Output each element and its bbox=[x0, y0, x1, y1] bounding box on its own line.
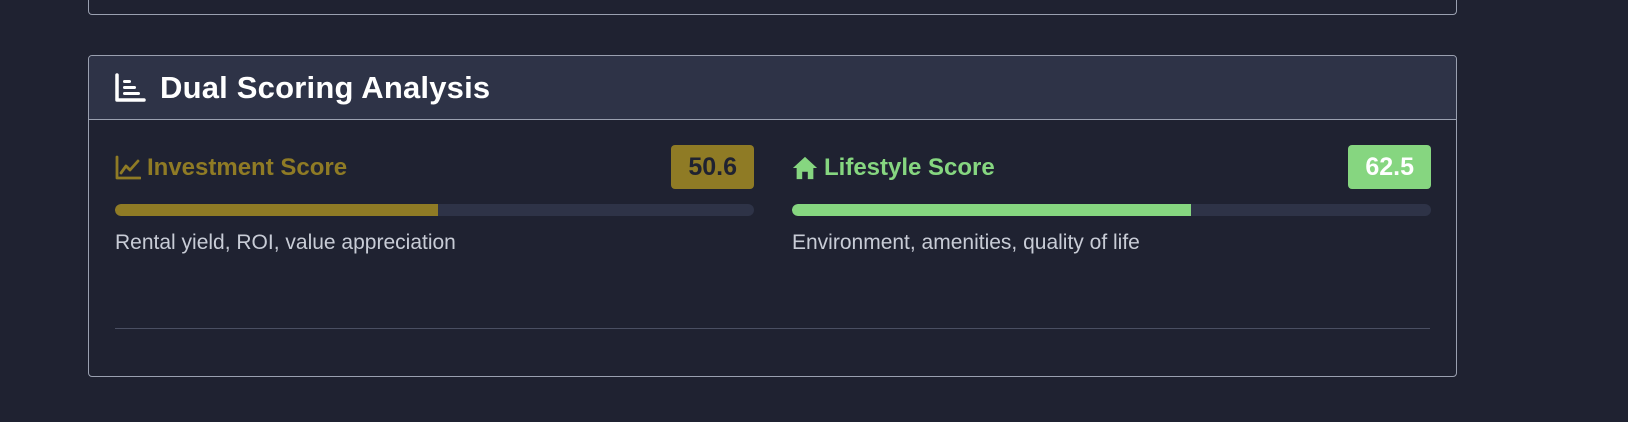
investment-score-section: Investment Score 50.6 Rental yield, ROI,… bbox=[115, 145, 754, 255]
investment-progress-fill bbox=[115, 204, 439, 216]
card-header: Dual Scoring Analysis bbox=[89, 56, 1456, 120]
lifestyle-score-description: Environment, amenities, quality of life bbox=[792, 231, 1140, 254]
lifestyle-score-section: Lifestyle Score 62.5 Environment, amenit… bbox=[792, 145, 1431, 255]
lifestyle-score-title: Lifestyle Score bbox=[824, 153, 995, 181]
lifestyle-score-badge: 62.5 bbox=[1348, 145, 1431, 189]
investment-score-badge: 50.6 bbox=[671, 145, 754, 189]
investment-progress-track bbox=[115, 204, 754, 216]
lifestyle-progress-fill bbox=[792, 204, 1192, 216]
bar-chart-icon bbox=[114, 72, 146, 103]
investment-score-title: Investment Score bbox=[147, 153, 348, 181]
line-chart-icon bbox=[115, 155, 141, 181]
lifestyle-progress-track bbox=[792, 204, 1431, 216]
previous-card bbox=[88, 0, 1457, 15]
investment-score-description: Rental yield, ROI, value appreciation bbox=[115, 231, 456, 254]
home-icon bbox=[792, 155, 818, 181]
card-body: Investment Score 50.6 Rental yield, ROI,… bbox=[89, 120, 1456, 376]
dual-scoring-card: Dual Scoring Analysis Investment Score 5… bbox=[88, 55, 1457, 377]
divider bbox=[115, 328, 1430, 329]
card-title: Dual Scoring Analysis bbox=[160, 69, 491, 105]
